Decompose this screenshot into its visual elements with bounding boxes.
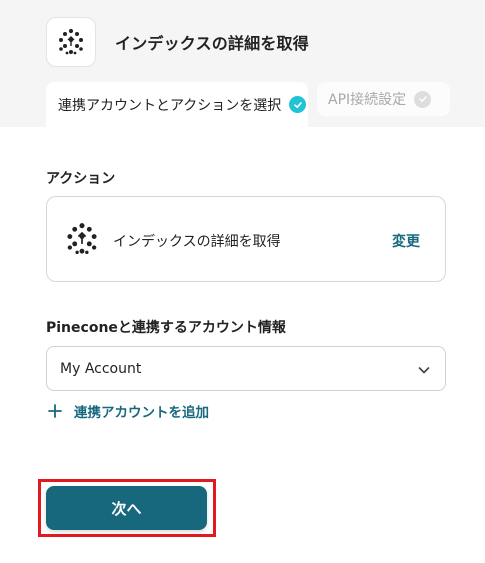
tab-label: 連携アカウントとアクションを選択 [58,97,282,114]
plus-icon [48,404,62,418]
page-title: インデックスの詳細を取得 [115,34,309,53]
change-action-link[interactable]: 変更 [392,231,420,251]
check-circle-icon [289,96,307,113]
action-name: インデックスの詳細を取得 [113,234,281,250]
pinecone-logo-icon [67,223,97,255]
add-account-label: 連携アカウントを追加 [74,405,209,421]
next-button[interactable]: 次へ [46,486,207,530]
check-circle-icon [414,90,432,108]
pinecone-logo-icon [59,28,83,55]
chevron-down-icon [418,367,430,374]
app-logo [46,17,96,67]
selected-account: My Account [60,361,142,377]
tab-label: API接続設定 [328,92,407,108]
tab-account-action[interactable]: 連携アカウントとアクションを選択 [46,82,308,127]
header-area: インデックスの詳細を取得 連携アカウントとアクションを選択 API接続設定 [0,0,485,127]
account-select[interactable]: My Account [46,346,446,391]
add-account-link[interactable]: 連携アカウントを追加 [47,401,209,421]
action-section-label: アクション [46,171,116,187]
account-section-label: Pineconeと連携するアカウント情報 [46,320,286,336]
tab-api-settings[interactable]: API接続設定 [317,82,450,116]
action-card: インデックスの詳細を取得 変更 [46,196,446,282]
